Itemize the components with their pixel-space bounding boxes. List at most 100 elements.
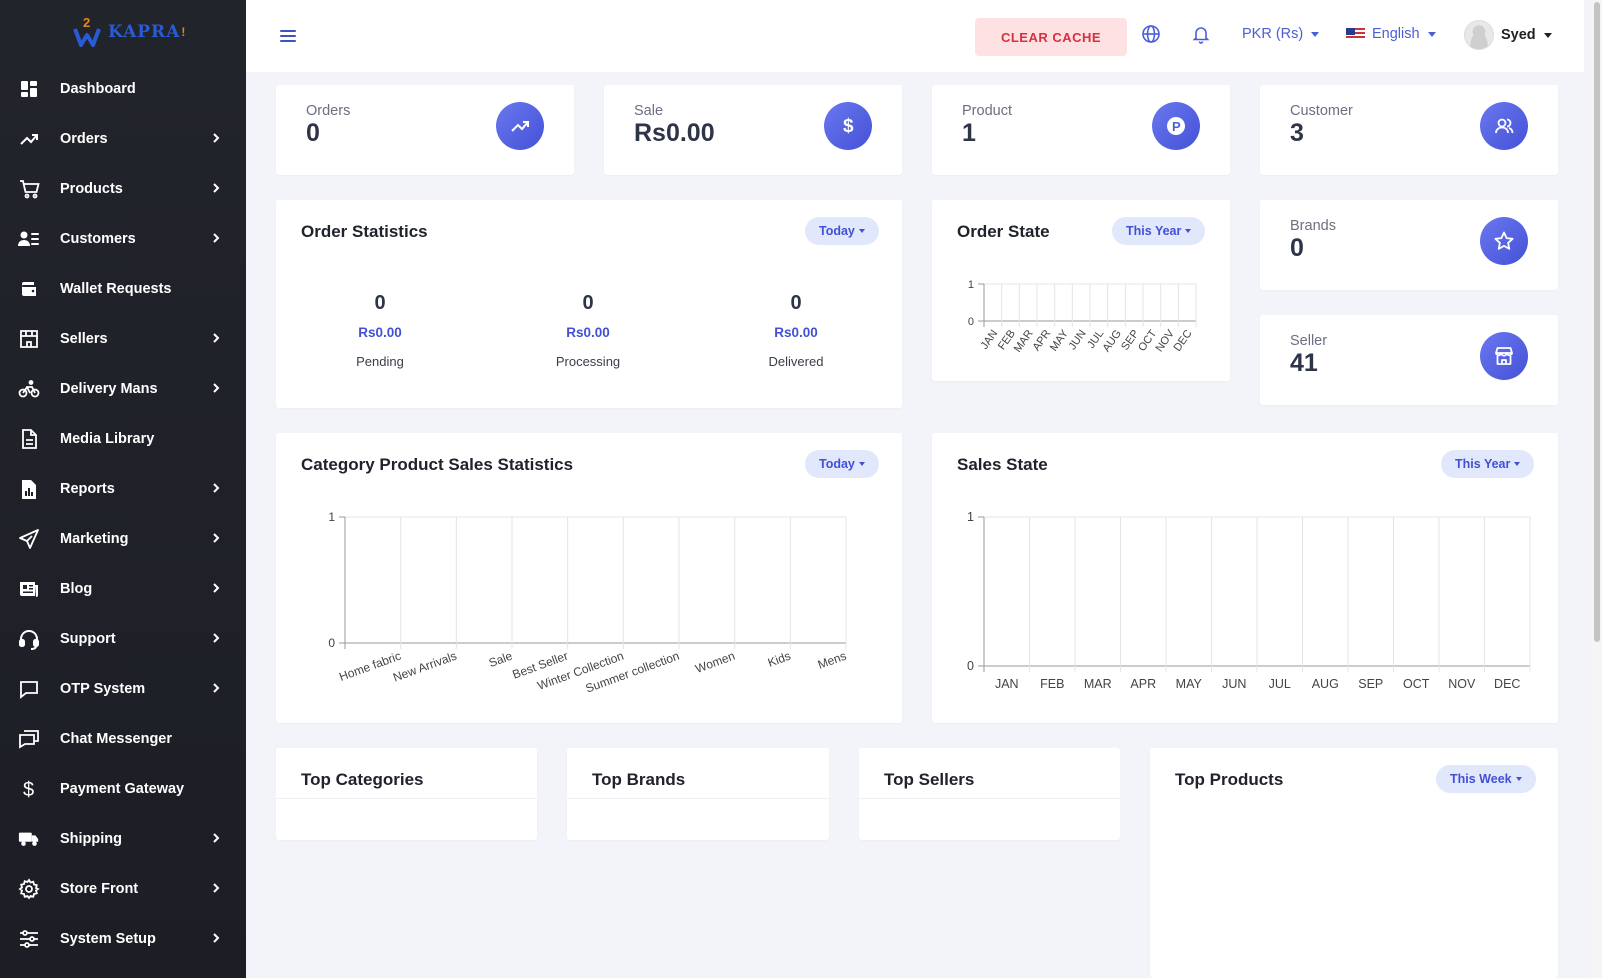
sidebar-item-store-front[interactable]: Store Front <box>0 864 246 914</box>
pending-stat: 0 Rs0.00 Pending <box>320 292 440 369</box>
seller-stat-card[interactable]: Seller 41 <box>1260 315 1558 405</box>
document-icon <box>18 428 40 450</box>
chevron-right-icon <box>204 681 228 697</box>
x-tick-label: MAY <box>1048 327 1071 353</box>
stat-value: Rs0.00 <box>634 119 715 147</box>
bell-icon[interactable] <box>1191 24 1213 46</box>
sidebar-item-chat-messenger[interactable]: Chat Messenger <box>0 714 246 764</box>
sidebar-item-sellers[interactable]: Sellers <box>0 314 246 364</box>
x-tick-label: JUN <box>1222 677 1246 691</box>
orders-stat-card[interactable]: Orders 0 <box>276 85 574 175</box>
category-sales-chart: 01Home fabricNew Arrivals SaleBest Seller… <box>328 510 848 696</box>
users-icon <box>1480 102 1528 150</box>
globe-icon[interactable] <box>1141 24 1163 46</box>
chevron-right-icon <box>204 881 228 897</box>
sidebar-item-reports[interactable]: Reports <box>0 464 246 514</box>
customer-stat-card[interactable]: Customer 3 <box>1260 85 1558 175</box>
x-tick-label: Mens <box>816 649 848 672</box>
stat-label: Customer <box>1290 103 1353 119</box>
chevron-right-icon <box>204 181 228 197</box>
sidebar-item-customers[interactable]: Customers <box>0 214 246 264</box>
x-tick-label: OCT <box>1403 677 1430 691</box>
stat-label: Sale <box>634 103 664 119</box>
y-tick-label: 0 <box>328 636 335 650</box>
sidebar-nav: Dashboard Orders Products Customers Wallet R… <box>0 64 246 964</box>
user-menu[interactable]: Syed <box>1464 20 1552 50</box>
chevron-right-icon <box>204 831 228 847</box>
x-tick-label: Summer collection <box>584 649 682 696</box>
currency-dropdown[interactable]: PKR (Rs) <box>1242 26 1320 42</box>
chevron-right-icon <box>204 531 228 547</box>
y-tick-label: 1 <box>968 279 974 291</box>
filter-label: This Week <box>1450 772 1512 786</box>
order-statistics-filter-dropdown[interactable]: Today <box>805 217 879 245</box>
sidebar-item-dashboard[interactable]: Dashboard <box>0 64 246 114</box>
x-tick-label: JUL <box>1269 677 1291 691</box>
pending-count: 0 <box>374 292 386 314</box>
x-tick-label: AUG <box>1100 328 1124 354</box>
top-products-filter-dropdown[interactable]: This Week <box>1436 765 1536 793</box>
sidebar-item-label: Wallet Requests <box>60 281 172 297</box>
x-tick-label: MAY <box>1176 677 1203 691</box>
menu-toggle-icon[interactable] <box>278 26 298 46</box>
pending-label: Pending <box>356 354 404 369</box>
scrollbar-thumb[interactable] <box>1594 2 1600 642</box>
card-title: Top Categories <box>301 770 424 789</box>
dollar-icon: $ <box>18 778 40 800</box>
delivered-label: Delivered <box>768 354 824 369</box>
chevron-down-icon <box>1427 31 1436 37</box>
dollar-icon: $ <box>824 102 872 150</box>
stat-label: Orders <box>306 103 351 119</box>
sale-stat-card[interactable]: Sale Rs0.00 $ <box>604 85 902 175</box>
x-tick-label: NOV <box>1448 677 1476 691</box>
chevron-right-icon <box>204 381 228 397</box>
sales-state-chart: 0 1 JAN FEB MAR APR MAY JUN JUL AUG SEP OCT NOV DEC <box>967 510 1531 691</box>
stat-value: 3 <box>1290 119 1304 147</box>
x-tick-label: JAN <box>979 328 1001 352</box>
product-stat-card[interactable]: Product 1 P <box>932 85 1230 175</box>
sidebar-item-blog[interactable]: Blog <box>0 564 246 614</box>
chevron-down-icon <box>1515 777 1522 781</box>
chat-square-icon <box>18 678 40 700</box>
sidebar-item-label: Orders <box>60 131 108 147</box>
sidebar-item-label: Store Front <box>60 881 139 897</box>
x-tick-label: FEB <box>1040 677 1064 691</box>
delivered-amount: Rs0.00 <box>774 325 818 340</box>
sidebar-item-system-setup[interactable]: System Setup <box>0 914 246 964</box>
bicycle-icon <box>18 378 40 400</box>
trending-up-icon <box>496 102 544 150</box>
sidebar-item-otp-system[interactable]: OTP System <box>0 664 246 714</box>
cart-icon <box>18 178 40 200</box>
sidebar-item-marketing[interactable]: Marketing <box>0 514 246 564</box>
sidebar-item-orders[interactable]: Orders <box>0 114 246 164</box>
svg-text:P: P <box>1172 119 1181 134</box>
top-sellers-card: Top Sellers <box>859 748 1120 840</box>
language-dropdown[interactable]: English <box>1346 26 1436 42</box>
sidebar-item-delivery-mans[interactable]: Delivery Mans <box>0 364 246 414</box>
avatar <box>1464 20 1494 50</box>
chevron-right-icon <box>204 931 228 947</box>
sidebar-item-products[interactable]: Products <box>0 164 246 214</box>
sidebar-item-payment-gateway[interactable]: $ Payment Gateway <box>0 764 246 814</box>
report-icon <box>18 478 40 500</box>
stat-value: 1 <box>962 119 976 147</box>
divider <box>859 798 1120 799</box>
order-statistics-card: Order Statistics Today 0 Rs0.00 Pending … <box>276 200 902 408</box>
y-tick-label: 0 <box>968 316 974 328</box>
sidebar-item-media-library[interactable]: Media Library <box>0 414 246 464</box>
sidebar-item-support[interactable]: Support <box>0 614 246 664</box>
sidebar-item-label: Customers <box>60 231 136 247</box>
clear-cache-button[interactable]: CLEAR CACHE <box>975 18 1127 56</box>
processing-stat: 0 Rs0.00 Processing <box>528 292 648 369</box>
sidebar-item-shipping[interactable]: Shipping <box>0 814 246 864</box>
x-tick-label: AUG <box>1312 677 1339 691</box>
sidebar-item-wallet-requests[interactable]: Wallet Requests <box>0 264 246 314</box>
logo[interactable]: 2 KAPRA ! <box>72 12 185 52</box>
brands-stat-card[interactable]: Brands 0 <box>1260 200 1558 290</box>
customers-icon <box>18 228 40 250</box>
stat-label: Brands <box>1290 218 1336 234</box>
sidebar-item-label: Media Library <box>60 431 155 447</box>
sidebar-item-label: Chat Messenger <box>60 731 173 747</box>
truck-icon <box>18 828 40 850</box>
divider <box>276 798 537 799</box>
